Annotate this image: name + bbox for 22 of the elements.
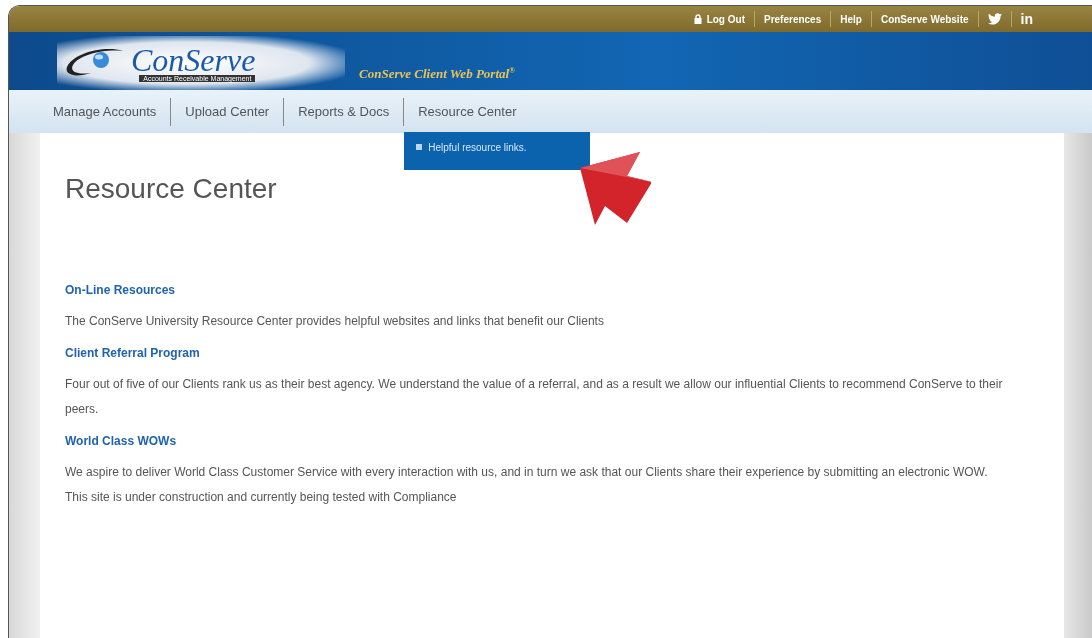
section-text: The ConServe University Resource Center provides helpful websites and links that benefit our Clients (65, 313, 605, 330)
top-link[interactable]: in (1010, 11, 1042, 27)
section-heading: Client Referral Program (65, 346, 201, 360)
logo-wordmark: ConServe (131, 44, 256, 75)
portal-title: ConServe Client Web Portal$^{®}$ (359, 65, 516, 82)
section-heading: On-Line Resources (65, 283, 177, 297)
section-text: We aspire to deliver World Class Customer Service with every interaction with us, and in turn we ask that our Clients share their experience by submitting an electronic WOW. This site is under construction and currently being tested with Compliance (65, 464, 989, 506)
menu-item[interactable]: Helpful resource links. (428, 141, 527, 153)
top-link[interactable]: Help (830, 11, 871, 27)
top-link[interactable]: Preferences (754, 11, 831, 27)
nav-item[interactable]: Upload Center (185, 104, 270, 119)
bullet-icon (416, 144, 423, 150)
nav-item[interactable]: Manage Accounts (53, 104, 157, 119)
section-text: Four out of five of our Clients rank us as their best agency. We understand the value of a referral, and as a result we allow our influential Clients to recommend ConServe to their peers. (65, 376, 1004, 418)
top-link[interactable]: Log Out (684, 11, 754, 27)
top-link[interactable]: ConServe Website (870, 11, 978, 27)
pointer-arrow-icon (580, 152, 651, 225)
section-heading: World Class WOWs (65, 434, 178, 448)
page-title: Resource Center (65, 173, 278, 205)
nav-item[interactable]: Resource Center (418, 104, 517, 119)
nav-item[interactable]: Reports & Docs (298, 104, 390, 119)
lock-icon (693, 14, 702, 24)
